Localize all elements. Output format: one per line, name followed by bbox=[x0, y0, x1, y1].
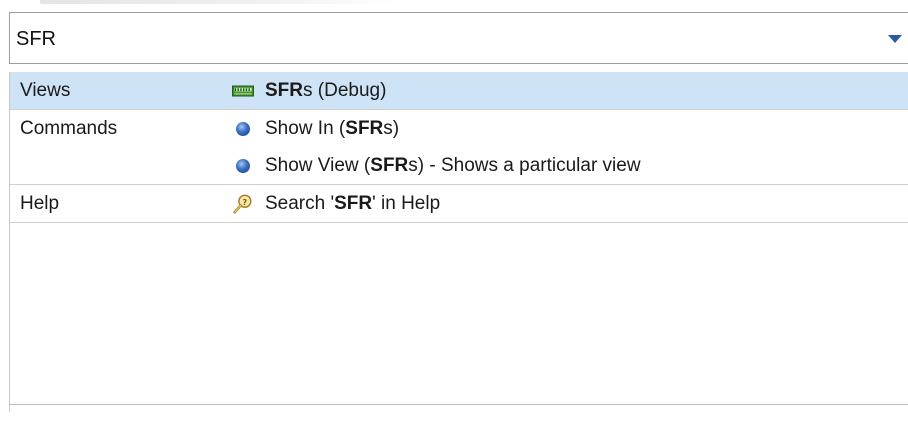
result-row-show-in[interactable]: Commands Show In (SFRs) bbox=[10, 110, 908, 147]
result-text: Show View (SFRs) - Shows a particular vi… bbox=[265, 154, 641, 176]
category-label: Views bbox=[20, 80, 71, 101]
result-entry[interactable]: Show View (SFRs) - Shows a particular vi… bbox=[232, 155, 641, 177]
chevron-down-icon[interactable] bbox=[888, 35, 902, 43]
category-label: Help bbox=[20, 193, 60, 214]
blue-dot-icon bbox=[232, 155, 254, 177]
blue-dot-icon bbox=[232, 118, 254, 140]
result-text: SFRs (Debug) bbox=[265, 79, 387, 101]
result-entry[interactable]: Show In (SFRs) bbox=[232, 118, 399, 140]
result-row-show-view[interactable]: Show View (SFRs) - Shows a particular vi… bbox=[10, 147, 908, 184]
results-list: Views SFRs (Debug) Commands Show In (SFR… bbox=[9, 72, 908, 412]
result-row-sfrs-debug[interactable]: Views SFRs (Debug) bbox=[10, 72, 908, 109]
result-row-search-help[interactable]: Help ? Search 'SFR' in Help bbox=[10, 185, 908, 222]
result-text: Search 'SFR' in Help bbox=[265, 192, 441, 214]
search-input[interactable] bbox=[16, 25, 846, 53]
category-label: Commands bbox=[20, 118, 118, 139]
result-text: Show In (SFRs) bbox=[265, 117, 400, 139]
result-entry[interactable]: SFRs (Debug) bbox=[232, 80, 386, 102]
background-window-edge bbox=[0, 0, 908, 12]
group-help: Help ? Search 'SFR' in Help bbox=[10, 184, 908, 222]
group-end-separator bbox=[10, 222, 908, 223]
help-search-icon: ? bbox=[232, 193, 254, 215]
group-commands: Commands Show In (SFRs) Show View (SFRs)… bbox=[10, 109, 908, 184]
quick-access-popup: Views bbox=[0, 0, 908, 430]
svg-text:?: ? bbox=[242, 196, 247, 206]
search-bar bbox=[9, 12, 908, 64]
register-icon bbox=[232, 80, 254, 102]
group-views: Views SFRs (Debug) bbox=[10, 72, 908, 109]
background-window-text bbox=[40, 0, 400, 4]
footer-divider bbox=[9, 404, 908, 405]
result-entry[interactable]: ? Search 'SFR' in Help bbox=[232, 193, 440, 215]
